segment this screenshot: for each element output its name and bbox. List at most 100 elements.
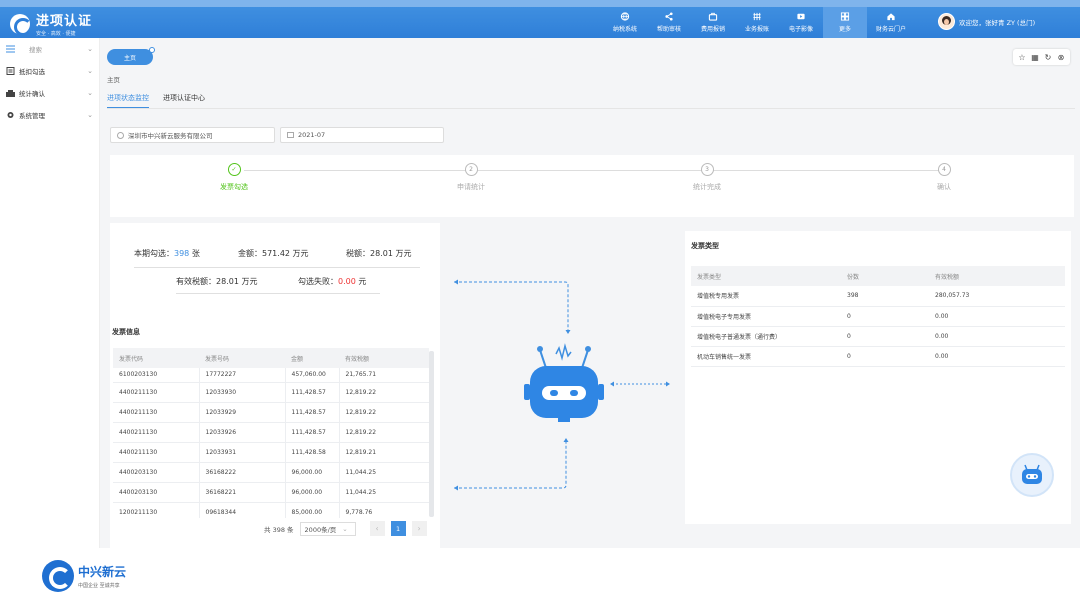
table-cell: 111,428.57: [285, 422, 340, 443]
company-select[interactable]: 深圳市中兴新云服务有限公司: [110, 127, 275, 143]
table-row[interactable]: 6100203130 17772227 457,060.00 21,765.71: [113, 368, 429, 383]
table-row[interactable]: 增值税专用发票 398 280,057.73: [691, 286, 1065, 307]
column-header[interactable]: 发票类型: [691, 266, 841, 286]
table-cell: 111,428.58: [285, 442, 340, 463]
step-4[interactable]: 4 确认: [904, 163, 984, 192]
home-tab-button[interactable]: 主页: [107, 47, 155, 65]
table-cell: 1200211130: [113, 502, 200, 518]
step-label: 统计完成: [693, 183, 721, 191]
column-header[interactable]: 发票代码: [113, 348, 199, 368]
nav-item-review[interactable]: 帮助审核: [647, 7, 691, 38]
app-subtitle: 安全 · 高效 · 便捷: [36, 31, 76, 37]
nav-item-expense[interactable]: 费用报销: [691, 7, 735, 38]
invoice-type-title: 发票类型: [691, 242, 719, 250]
user-menu[interactable]: 欢迎您，张好青 ZY (总门): [938, 13, 1035, 30]
app-title: 进项认证: [36, 14, 93, 29]
valid-tax-stat: 有效税额：28.01 万元: [176, 276, 257, 287]
table-cell: 机动车销售统一发票: [691, 346, 841, 367]
table-cell: 12033931: [199, 442, 286, 463]
table-cell: 12033930: [199, 382, 286, 403]
video-icon: [797, 13, 805, 20]
nav-item-tax-system[interactable]: 纳税系统: [603, 7, 647, 38]
sidebar-item-stats[interactable]: 统计确认 ⌄: [0, 82, 99, 104]
star-icon[interactable]: ☆: [1017, 52, 1027, 62]
table-cell: 4400203130: [113, 482, 200, 503]
footer-tagline: 中国企业 至诚共享: [78, 583, 120, 589]
selected-stat: 本期勾选：398 张: [134, 248, 200, 259]
table-cell: 6100203130: [113, 368, 200, 383]
close-circle-icon[interactable]: ⊗: [1056, 52, 1066, 62]
table-cell: 457,060.00: [285, 368, 340, 383]
table-cell: 4400211130: [113, 422, 200, 443]
table-row[interactable]: 增值税电子专用发票 0 0.00: [691, 306, 1065, 327]
column-header[interactable]: 有效税额: [929, 266, 1065, 286]
table-cell: 96,000.00: [285, 482, 340, 503]
table-row[interactable]: 4400211130 12033930 111,428.57 12,819.22: [113, 382, 429, 403]
nav-label: 业务报账: [744, 26, 769, 33]
assistant-button[interactable]: [1010, 453, 1054, 497]
prev-page-button[interactable]: ‹: [369, 521, 385, 536]
table-row[interactable]: 1200211130 09618344 85,000.00 9,778.76: [113, 502, 429, 518]
tax-stat: 税额：28.01 万元: [346, 248, 411, 259]
table-cell: 0: [841, 306, 929, 327]
column-header[interactable]: 份数: [841, 266, 929, 286]
column-header[interactable]: 金额: [285, 348, 339, 368]
step-1[interactable]: ✓ 发票勾选: [194, 163, 274, 192]
page-tabs: 进项状态监控 进项认证中心: [107, 93, 205, 109]
nav-item-image[interactable]: 电子影像: [779, 7, 823, 38]
sidebar-item-system[interactable]: 系统管理 ⌄: [0, 104, 99, 126]
tax-value: 28.01 万元: [370, 249, 412, 258]
close-icon[interactable]: [149, 47, 155, 53]
table-row[interactable]: 4400211130 12033931 111,428.58 12,819.21: [113, 442, 429, 463]
toolbar: ☆ ▦ ↻ ⊗: [1013, 49, 1070, 65]
nav-item-business[interactable]: 业务报账: [735, 7, 779, 38]
step-3[interactable]: 3 统计完成: [667, 163, 747, 192]
footer-brand-name: 中兴新云: [78, 565, 127, 579]
table-cell: 11,044.25: [339, 482, 429, 503]
user-greeting: 欢迎您，张好青 ZY (总门): [959, 18, 1036, 27]
briefcase-icon: [708, 12, 718, 21]
nav-item-more[interactable]: 更多: [823, 7, 867, 38]
table-cell: 12033926: [199, 422, 286, 443]
column-header[interactable]: 有效税额: [339, 348, 429, 368]
table-row[interactable]: 4400211130 12033926 111,428.57 12,819.22: [113, 422, 429, 443]
failed-unit: 元: [358, 277, 367, 286]
table-scrollbar[interactable]: [429, 351, 434, 517]
table-cell: 0.00: [929, 306, 1065, 327]
step-number: 3: [700, 163, 714, 176]
valid-tax-label: 有效税额：: [176, 277, 216, 286]
period-picker[interactable]: 2021-07: [280, 127, 444, 143]
page-button-current[interactable]: 1: [390, 521, 406, 536]
amount-label: 金额：: [238, 249, 262, 258]
refresh-icon[interactable]: ↻: [1043, 52, 1053, 62]
home-icon: [887, 13, 895, 21]
sidebar-search[interactable]: 搜索 ⌄: [0, 38, 99, 60]
nav-item-portal[interactable]: 财务云门户: [867, 7, 915, 38]
table-cell: 09618344: [199, 502, 286, 518]
menu-icon: [6, 45, 15, 53]
table-row[interactable]: 4400211130 12033929 111,428.57 12,819.22: [113, 402, 429, 423]
table-row[interactable]: 4400203130 36168222 96,000.00 11,044.25: [113, 462, 429, 483]
next-page-button[interactable]: ›: [411, 521, 427, 536]
table-row[interactable]: 增值税电子普通发票（通行费） 0 0.00: [691, 326, 1065, 347]
selected-count: 398: [174, 249, 190, 258]
table-cell: 9,778.76: [339, 502, 429, 518]
table-cell: 4400211130: [113, 442, 200, 463]
tab-status-monitor[interactable]: 进项状态监控: [107, 93, 149, 109]
page-size-select[interactable]: 2000条/页 ⌄: [299, 521, 356, 536]
app-brand[interactable]: 进项认证 安全 · 高效 · 便捷: [10, 10, 92, 37]
step-2[interactable]: 2 申请统计: [431, 163, 511, 192]
tab-certification-center[interactable]: 进项认证中心: [163, 93, 205, 109]
selected-unit: 张: [191, 249, 200, 258]
column-header[interactable]: 发票号码: [199, 348, 285, 368]
table-cell: 398: [841, 286, 929, 307]
nav-label: 电子影像: [788, 26, 813, 33]
robot-icon: [1022, 464, 1042, 484]
progress-steps: ✓ 发票勾选 2 申请统计 3 统计完成 4 确认: [110, 155, 1074, 217]
table-cell: 12,819.22: [339, 382, 429, 403]
table-row[interactable]: 机动车销售统一发票 0 0.00: [691, 346, 1065, 367]
table-row[interactable]: 4400203130 36168221 96,000.00 11,044.25: [113, 482, 429, 503]
sidebar-item-deduction[interactable]: 抵扣勾选 ⌄: [0, 60, 99, 82]
grid-icon[interactable]: ▦: [1030, 52, 1040, 62]
table-cell: 0.00: [929, 346, 1065, 367]
